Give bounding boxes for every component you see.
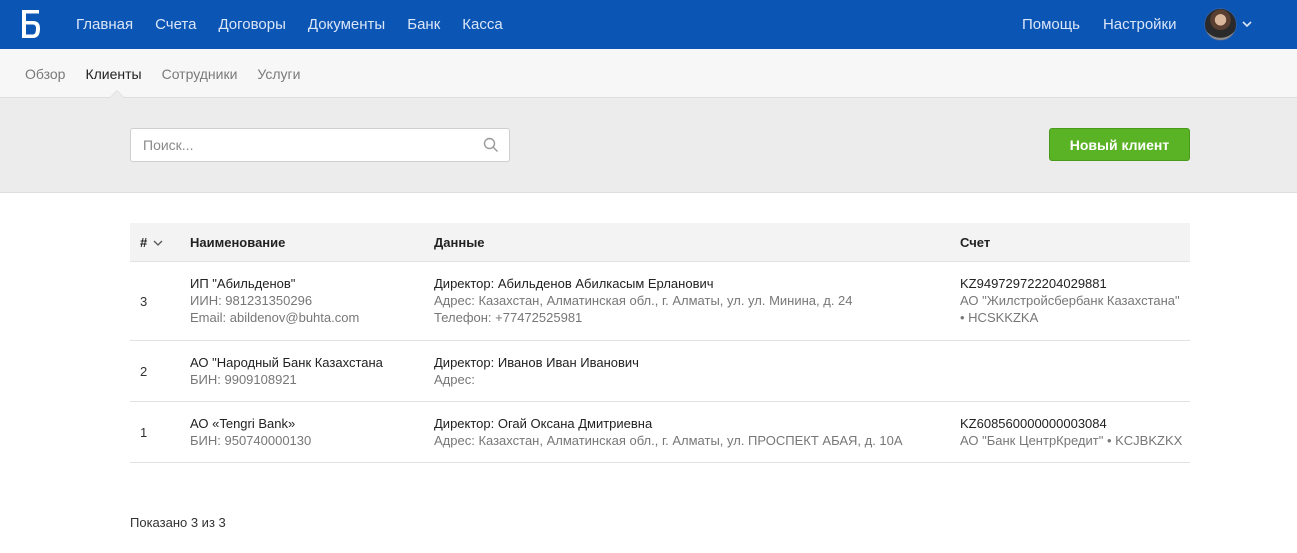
client-address: Адрес: Казахстан, Алматинская обл., г. А… xyxy=(434,293,853,308)
clients-table: # Наименование Данные Счет 3 ИП "Абильде… xyxy=(130,223,1190,463)
nav-item-bank[interactable]: Банк xyxy=(407,16,440,33)
client-phone: Телефон: +77472525981 xyxy=(434,310,583,325)
nav-item-help[interactable]: Помощь xyxy=(1022,16,1080,33)
client-name[interactable]: ИП "Абильденов" xyxy=(190,275,359,292)
nav-item-cash[interactable]: Касса xyxy=(462,16,502,33)
toolbar: Новый клиент xyxy=(0,98,1297,193)
client-director: Директор: Иванов Иван Иванович xyxy=(434,355,639,370)
client-account-cell: KZ949729722204029881 АО "Жилстройсбербан… xyxy=(960,275,1180,326)
client-bin: БИН: 9909108921 xyxy=(190,372,297,387)
account-bank: АО "Банк ЦентрКредит" • KCJBKZKX xyxy=(960,433,1183,448)
main-nav: Главная Счета Договоры Документы Банк Ка… xyxy=(76,0,525,49)
secondary-nav: Помощь Настройки xyxy=(1022,0,1200,49)
client-name[interactable]: АО «Tengri Bank» xyxy=(190,415,311,432)
account-bank: АО "Жилстройсбербанк Казахстана" xyxy=(960,293,1180,308)
search-input[interactable] xyxy=(131,129,471,161)
client-data-cell: Директор: Огай Оксана Дмитриевна Адрес: … xyxy=(434,415,903,449)
table-header: # Наименование Данные Счет xyxy=(130,223,1190,262)
client-name-cell: АО «Tengri Bank» БИН: 950740000130 xyxy=(190,415,311,449)
column-header-account: Счет xyxy=(960,235,991,250)
search-icon[interactable] xyxy=(483,137,499,153)
tab-overview[interactable]: Обзор xyxy=(25,66,65,82)
table-row[interactable]: 3 ИП "Абильденов" ИИН: 981231350296 Emai… xyxy=(130,262,1190,341)
client-data-cell: Директор: Иванов Иван Иванович Адрес: xyxy=(434,354,639,388)
row-number: 3 xyxy=(140,294,148,309)
top-navbar: Главная Счета Договоры Документы Банк Ка… xyxy=(0,0,1297,49)
nav-item-settings[interactable]: Настройки xyxy=(1103,16,1177,33)
search-box xyxy=(130,128,510,162)
row-number: 1 xyxy=(140,425,148,440)
new-client-button[interactable]: Новый клиент xyxy=(1049,128,1190,161)
column-header-data: Данные xyxy=(434,235,485,250)
sub-navbar: Обзор Клиенты Сотрудники Услуги xyxy=(0,49,1297,98)
sort-chevron-icon[interactable] xyxy=(153,239,163,247)
client-account-cell: KZ608560000000003084 АО "Банк ЦентрКреди… xyxy=(960,415,1182,449)
chevron-down-icon[interactable] xyxy=(1242,19,1252,29)
table-row[interactable]: 2 АО "Народный Банк Казахстана БИН: 9909… xyxy=(130,341,1190,402)
table-row[interactable]: 1 АО «Tengri Bank» БИН: 950740000130 Дир… xyxy=(130,402,1190,463)
client-name-cell: ИП "Абильденов" ИИН: 981231350296 Email:… xyxy=(190,275,359,326)
client-iin: ИИН: 981231350296 xyxy=(190,293,313,308)
tab-clients[interactable]: Клиенты xyxy=(85,66,141,82)
tab-services[interactable]: Услуги xyxy=(257,66,300,82)
nav-item-home[interactable]: Главная xyxy=(76,16,133,33)
client-address: Адрес: xyxy=(434,372,475,387)
client-bin: БИН: 950740000130 xyxy=(190,433,312,448)
client-name-cell: АО "Народный Банк Казахстана БИН: 990910… xyxy=(190,354,383,388)
client-director: Директор: Огай Оксана Дмитриевна xyxy=(434,416,653,431)
results-count: Показано 3 из 3 xyxy=(130,515,226,530)
column-header-name: Наименование xyxy=(190,235,286,250)
nav-item-accounts[interactable]: Счета xyxy=(155,16,196,33)
client-data-cell: Директор: Абильденов Абилкасым Ерланович… xyxy=(434,275,853,326)
row-number: 2 xyxy=(140,364,148,379)
tab-employees[interactable]: Сотрудники xyxy=(162,66,238,82)
account-number: KZ949729722204029881 xyxy=(960,276,1107,291)
client-name[interactable]: АО "Народный Банк Казахстана xyxy=(190,354,383,371)
nav-item-contracts[interactable]: Договоры xyxy=(218,16,285,33)
client-address: Адрес: Казахстан, Алматинская обл., г. А… xyxy=(434,433,903,448)
nav-item-documents[interactable]: Документы xyxy=(308,16,385,33)
column-header-number[interactable]: # xyxy=(140,235,163,250)
active-tab-pointer xyxy=(109,90,125,98)
account-bic: • HCSKKZKA xyxy=(960,310,1039,325)
avatar[interactable] xyxy=(1204,8,1237,41)
client-director: Директор: Абильденов Абилкасым Ерланович xyxy=(434,276,714,291)
account-number: KZ608560000000003084 xyxy=(960,416,1107,431)
client-email: Email: abildenov@buhta.com xyxy=(190,310,360,325)
app-logo-icon[interactable] xyxy=(22,10,42,38)
column-header-number-label: # xyxy=(140,235,148,250)
